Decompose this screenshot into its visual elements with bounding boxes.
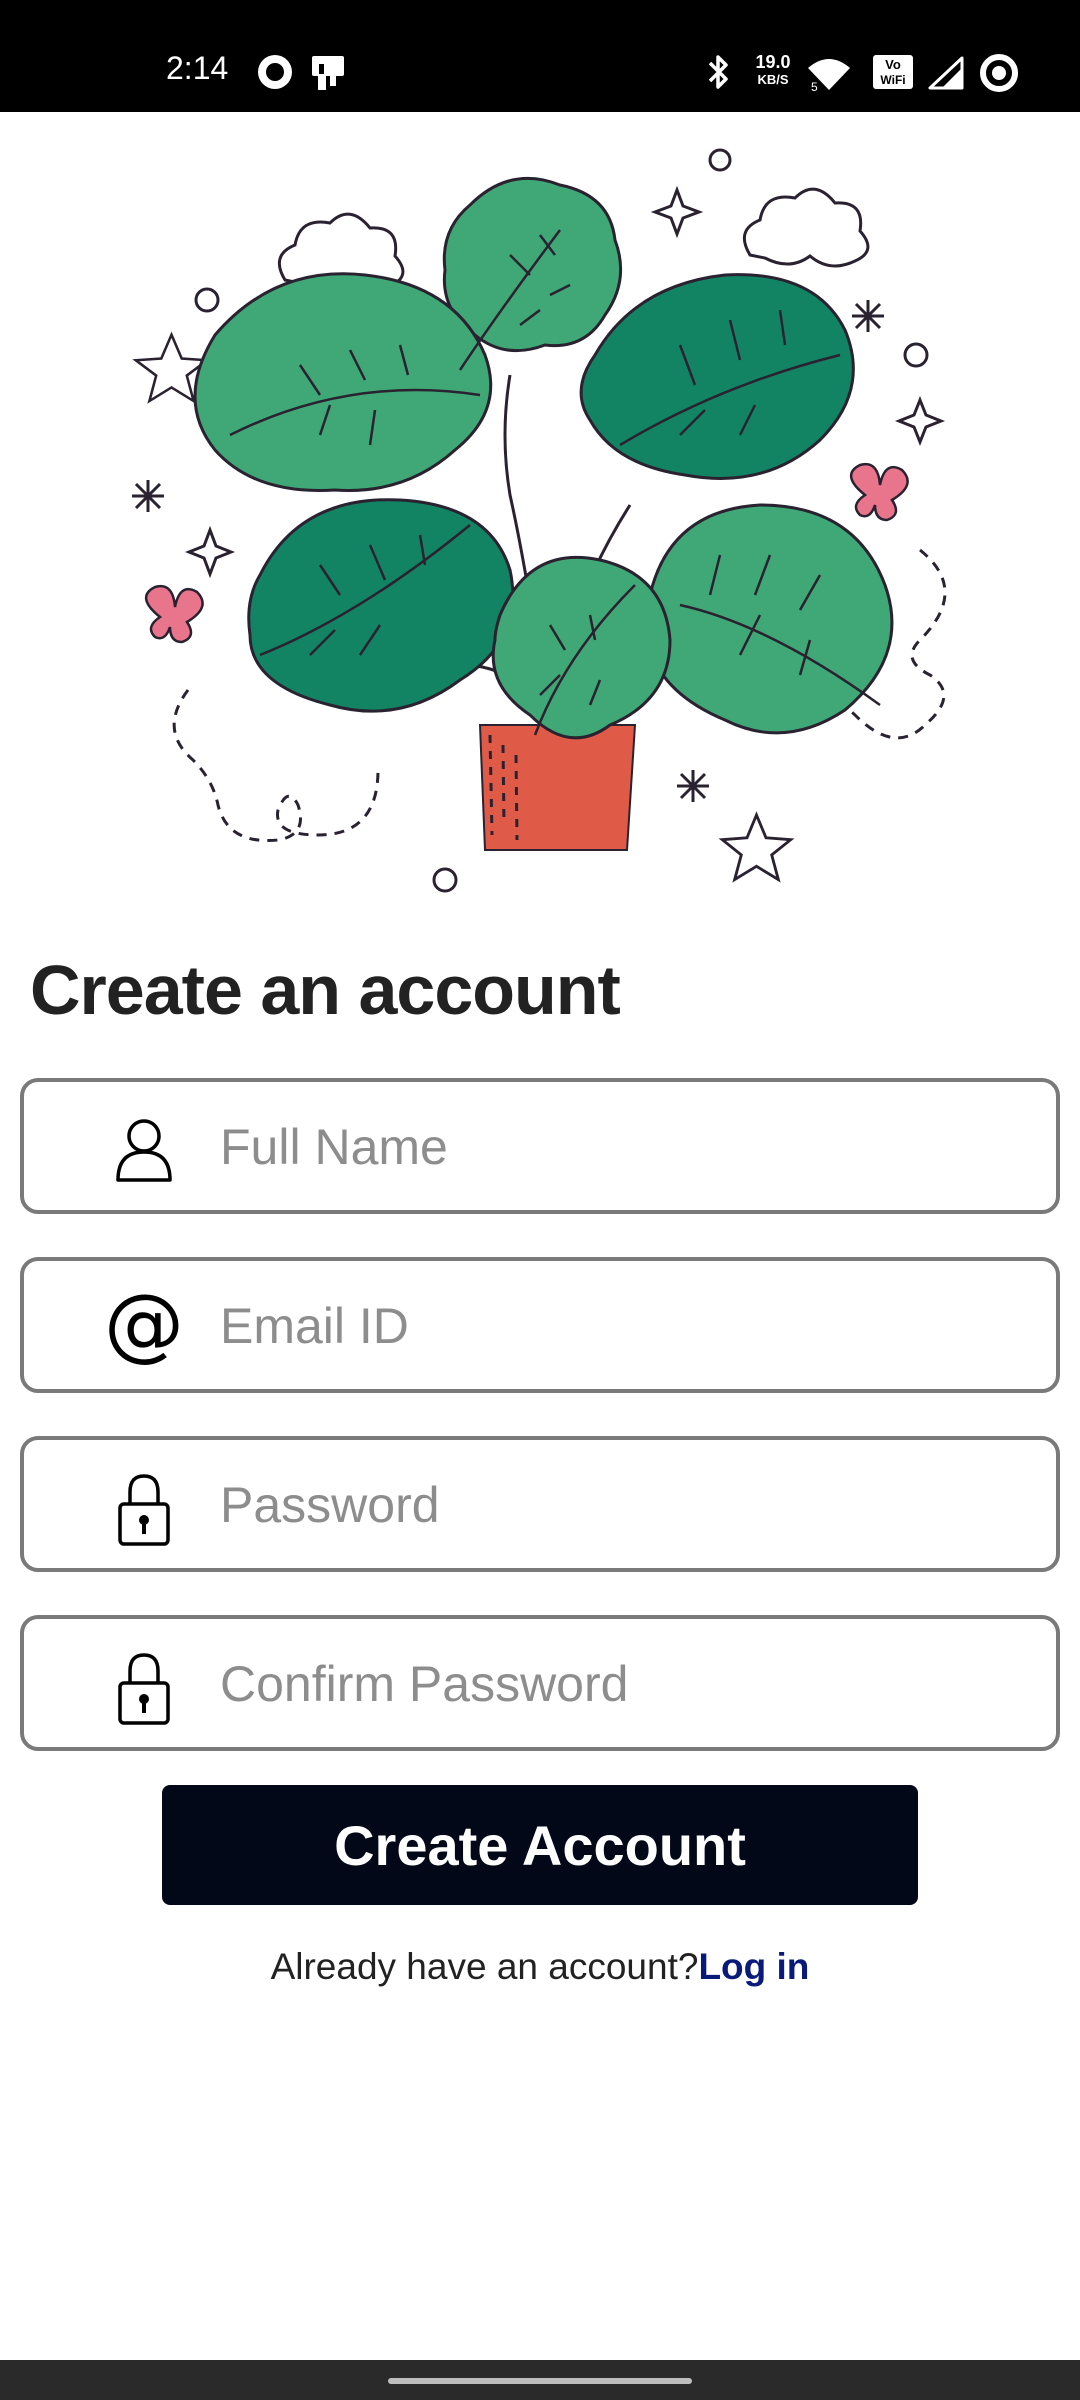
confirm-password-input[interactable] <box>220 1639 1020 1729</box>
at-sign-icon: @ <box>104 1289 184 1369</box>
cast-icon <box>312 56 344 90</box>
record-icon <box>258 55 292 89</box>
page-title: Create an account <box>30 951 621 1029</box>
status-time: 2:14 <box>166 50 229 86</box>
confirm-password-field[interactable] <box>20 1615 1060 1751</box>
bluetooth-icon <box>708 55 728 89</box>
lock-icon <box>118 1653 170 1725</box>
monstera-plant-illustration <box>132 148 947 893</box>
battery-icon <box>980 54 1018 92</box>
navigation-bar <box>0 2360 1080 2400</box>
login-prompt-text: Already have an account? <box>270 1946 699 1987</box>
login-prompt-row: Already have an account?Log in <box>0 1946 1080 1988</box>
cloud-right <box>742 187 870 268</box>
home-gesture-handle[interactable] <box>388 2378 692 2384</box>
network-speed-unit: KB/S <box>757 72 789 87</box>
lock-icon <box>118 1474 170 1546</box>
wifi-icon: 5 <box>808 59 850 92</box>
svg-text:5: 5 <box>811 80 818 92</box>
full-name-field[interactable] <box>20 1078 1060 1214</box>
network-speed-value: 19.0 <box>755 52 791 72</box>
user-icon <box>116 1119 172 1182</box>
full-name-input[interactable] <box>220 1102 1020 1192</box>
password-input[interactable] <box>220 1460 1020 1550</box>
create-account-button[interactable]: Create Account <box>162 1785 918 1905</box>
svg-text:@: @ <box>104 1289 184 1369</box>
password-field[interactable] <box>20 1436 1060 1572</box>
signal-icon <box>928 56 964 90</box>
vowifi-bottom-text: WiFi <box>880 73 905 87</box>
vowifi-icon: Vo WiFi <box>873 55 913 89</box>
login-link[interactable]: Log in <box>698 1946 809 1987</box>
vowifi-top-text: Vo <box>885 57 901 72</box>
email-input[interactable] <box>220 1281 1020 1371</box>
email-field[interactable]: @ <box>20 1257 1060 1393</box>
network-speed: 19.0 KB/S <box>750 52 796 88</box>
status-bar: 2:14 19.0 KB/S 5 Vo WiFi <box>0 0 1080 112</box>
